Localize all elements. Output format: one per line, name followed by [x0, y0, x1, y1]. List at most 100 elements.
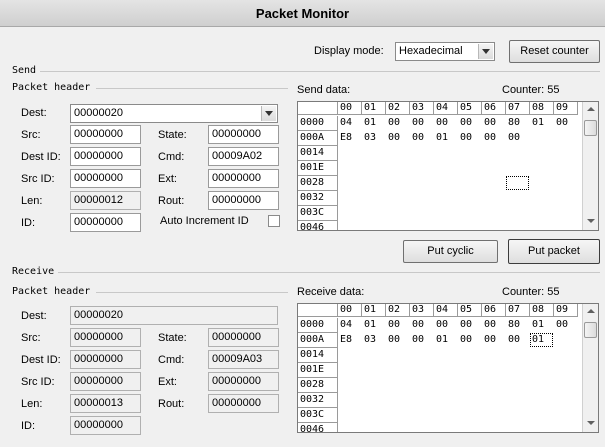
receive-data-cell[interactable] — [506, 378, 530, 393]
send-data-cell[interactable] — [530, 221, 554, 230]
receive-data-cell[interactable]: 04 — [338, 318, 362, 333]
receive-data-cell[interactable] — [410, 393, 434, 408]
send-state-field[interactable]: 00000000 — [208, 125, 279, 144]
receive-data-cell[interactable] — [410, 378, 434, 393]
send-column-header[interactable]: 00 — [338, 102, 362, 115]
receive-data-cell[interactable] — [530, 348, 554, 363]
send-data-cell[interactable] — [482, 176, 506, 191]
receive-data-grid[interactable]: 00 01 02 03 04 05 06 07 08 09 0000 04 01 00 00 00 00 00 80… — [297, 303, 599, 433]
send-data-cell[interactable] — [530, 131, 554, 146]
receive-data-cell[interactable] — [338, 348, 362, 363]
receive-data-cell[interactable] — [410, 423, 434, 432]
receive-data-cell[interactable] — [410, 348, 434, 363]
send-data-cell[interactable] — [386, 221, 410, 230]
send-data-cell[interactable] — [410, 221, 434, 230]
send-data-cell[interactable] — [362, 176, 386, 191]
send-column-header[interactable]: 03 — [410, 102, 434, 115]
send-data-cell[interactable] — [338, 221, 362, 230]
send-data-cell[interactable] — [458, 176, 482, 191]
send-data-cell[interactable] — [506, 161, 530, 176]
receive-selected-cell[interactable] — [530, 333, 553, 347]
send-data-cell[interactable] — [482, 206, 506, 221]
send-data-cell[interactable]: 01 — [362, 116, 386, 131]
receive-data-cell[interactable]: 00 — [410, 318, 434, 333]
auto-increment-checkbox[interactable] — [268, 215, 280, 227]
receive-data-cell[interactable] — [386, 408, 410, 423]
send-src-id-field[interactable]: 00000000 — [70, 169, 141, 188]
receive-data-cell[interactable] — [458, 393, 482, 408]
receive-data-cell[interactable] — [482, 363, 506, 378]
send-selected-cell[interactable] — [506, 176, 529, 190]
send-data-cell[interactable]: E8 — [338, 131, 362, 146]
receive-data-cell[interactable]: 01 — [362, 318, 386, 333]
send-data-cell[interactable] — [530, 161, 554, 176]
scroll-up-arrow-icon[interactable] — [583, 102, 598, 117]
send-data-cell[interactable] — [362, 221, 386, 230]
receive-scroll-thumb[interactable] — [584, 322, 597, 338]
receive-data-cell[interactable] — [386, 393, 410, 408]
send-data-cell[interactable] — [482, 191, 506, 206]
receive-data-cell[interactable] — [458, 378, 482, 393]
send-data-cell[interactable] — [482, 221, 506, 230]
send-dest-select[interactable]: 00000020 — [70, 104, 278, 123]
send-data-cell[interactable] — [362, 191, 386, 206]
receive-column-header[interactable]: 07 — [506, 304, 530, 317]
receive-column-header[interactable]: 05 — [458, 304, 482, 317]
send-data-cell[interactable]: 04 — [338, 116, 362, 131]
send-scroll-thumb[interactable] — [584, 120, 597, 136]
receive-data-cell[interactable] — [338, 408, 362, 423]
receive-data-cell[interactable] — [530, 363, 554, 378]
receive-data-cell[interactable] — [530, 408, 554, 423]
send-rout-field[interactable]: 00000000 — [208, 191, 279, 210]
send-data-cell[interactable] — [530, 206, 554, 221]
receive-data-cell[interactable]: 00 — [434, 318, 458, 333]
send-data-cell[interactable] — [386, 146, 410, 161]
receive-data-cell[interactable]: 00 — [410, 333, 434, 348]
send-data-cell[interactable] — [338, 176, 362, 191]
receive-data-cell[interactable] — [338, 423, 362, 432]
receive-column-header[interactable]: 03 — [410, 304, 434, 317]
send-data-cell[interactable]: 80 — [506, 116, 530, 131]
send-data-cell[interactable] — [458, 146, 482, 161]
receive-data-cell[interactable] — [506, 348, 530, 363]
send-data-cell[interactable]: 00 — [458, 131, 482, 146]
send-data-cell[interactable] — [482, 161, 506, 176]
put-cyclic-button[interactable]: Put cyclic — [403, 240, 498, 263]
send-data-cell[interactable] — [458, 221, 482, 230]
receive-data-cell[interactable] — [410, 363, 434, 378]
receive-data-cell[interactable] — [434, 363, 458, 378]
receive-data-cell[interactable] — [386, 363, 410, 378]
receive-column-header[interactable]: 09 — [554, 304, 578, 317]
receive-data-cell[interactable] — [482, 393, 506, 408]
send-data-cell[interactable] — [506, 191, 530, 206]
send-data-cell[interactable] — [338, 161, 362, 176]
send-data-cell[interactable] — [410, 161, 434, 176]
send-data-cell[interactable] — [506, 146, 530, 161]
receive-data-cell[interactable] — [434, 348, 458, 363]
send-data-cell[interactable]: 00 — [386, 116, 410, 131]
send-data-cell[interactable] — [554, 161, 578, 176]
send-column-header[interactable]: 05 — [458, 102, 482, 115]
receive-data-cell[interactable] — [362, 393, 386, 408]
receive-data-cell[interactable] — [482, 408, 506, 423]
receive-data-cell[interactable] — [362, 348, 386, 363]
receive-column-header[interactable]: 08 — [530, 304, 554, 317]
put-packet-button[interactable]: Put packet — [508, 239, 600, 264]
receive-data-cell[interactable] — [410, 408, 434, 423]
send-data-cell[interactable]: 03 — [362, 131, 386, 146]
receive-column-header[interactable]: 06 — [482, 304, 506, 317]
send-data-cell[interactable] — [554, 221, 578, 230]
chevron-down-icon[interactable] — [261, 106, 276, 121]
receive-data-cell[interactable] — [506, 423, 530, 432]
send-data-cell[interactable] — [434, 146, 458, 161]
receive-data-cell[interactable] — [506, 363, 530, 378]
send-data-cell[interactable] — [338, 146, 362, 161]
receive-data-cell[interactable] — [482, 348, 506, 363]
reset-counter-button[interactable]: Reset counter — [509, 40, 600, 63]
receive-data-cell[interactable] — [362, 378, 386, 393]
receive-vertical-scrollbar[interactable] — [582, 304, 598, 432]
send-data-cell[interactable]: 01 — [530, 116, 554, 131]
send-ext-field[interactable]: 00000000 — [208, 169, 279, 188]
send-data-cell[interactable] — [554, 206, 578, 221]
send-data-cell[interactable] — [434, 161, 458, 176]
